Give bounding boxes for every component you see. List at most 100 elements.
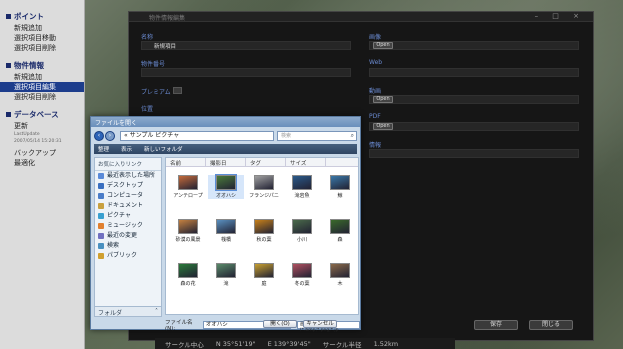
- file-item[interactable]: オオハシ: [208, 174, 244, 199]
- file-item[interactable]: 砂漠の風景: [170, 219, 206, 243]
- file-item[interactable]: 冬の葉: [284, 263, 320, 287]
- folders-toggle[interactable]: フォルダ ˄: [95, 306, 161, 317]
- name-value: 新規項目: [154, 44, 177, 50]
- file-item[interactable]: フランジパニ: [246, 175, 282, 199]
- filename-label: ファイル名(N):: [165, 320, 193, 332]
- image-open-button[interactable]: Open: [373, 42, 393, 49]
- search-input[interactable]: 検索 ⌕: [277, 130, 357, 141]
- column-date[interactable]: 撮影日: [206, 158, 246, 167]
- sidebar-item-move-point[interactable]: 選択項目移動: [0, 33, 84, 43]
- nav-item[interactable]: 最近表示した場所: [95, 171, 161, 181]
- toolbar-new-folder[interactable]: 新しいフォルダ: [144, 145, 183, 153]
- back-icon[interactable]: ‹: [94, 130, 104, 141]
- window-title: 物件情報編集: [149, 15, 186, 22]
- square-icon: [6, 14, 11, 19]
- status-circle-center: サークル中心: [165, 340, 204, 349]
- file-item[interactable]: 森: [322, 219, 358, 243]
- sidebar-section-point: ポイント 新規追加 選択項目移動 選択項目削除: [0, 10, 84, 53]
- folder-icon: [98, 183, 104, 189]
- thumbnail-image: [330, 219, 350, 234]
- web-field[interactable]: [369, 68, 579, 77]
- sidebar: ポイント 新規追加 選択項目移動 選択項目削除 物件情報 新規追加 選択項目編集…: [0, 0, 85, 349]
- sidebar-item-edit-property[interactable]: 選択項目編集: [0, 82, 84, 92]
- navigation-pane: お気に入りリンク 最近表示した場所 デスクトップ コンピュータ ドキュメント ピクチャミ…: [94, 157, 162, 317]
- file-item[interactable]: 滝岩魚: [284, 175, 320, 199]
- column-tag[interactable]: タグ: [246, 158, 286, 167]
- nav-item[interactable]: 検索: [95, 241, 161, 251]
- sidebar-item-backup[interactable]: バックアップ: [0, 148, 84, 158]
- status-lat: N 35°51'19": [215, 339, 256, 348]
- title-bar[interactable]: 物件情報編集 – □ ×: [129, 12, 593, 22]
- nav-item[interactable]: コンピュータ: [95, 191, 161, 201]
- name-field[interactable]: 新規項目: [141, 41, 351, 50]
- file-item[interactable]: 小川: [284, 219, 320, 243]
- nav-item[interactable]: ミュージック: [95, 221, 161, 231]
- toolbar-organize[interactable]: 整理: [98, 145, 109, 153]
- favorites-title: お気に入りリンク: [95, 158, 161, 171]
- number-field[interactable]: [141, 68, 351, 77]
- info-label: 情報: [369, 142, 382, 149]
- search-icon: ⌕: [350, 131, 354, 139]
- file-item[interactable]: アンテロープ: [170, 175, 206, 199]
- forward-icon[interactable]: ›: [105, 130, 115, 141]
- save-button[interactable]: 保存: [474, 320, 518, 330]
- sidebar-item-add-point[interactable]: 新規追加: [0, 23, 84, 33]
- address-input[interactable]: « サンプル ピクチャ: [120, 130, 274, 141]
- nav-item[interactable]: パブリック: [95, 251, 161, 261]
- close-button[interactable]: 閉じる: [529, 320, 573, 330]
- file-item[interactable]: 庭: [246, 263, 282, 287]
- pdf-label: PDF: [369, 113, 381, 120]
- square-icon: [6, 63, 11, 68]
- sidebar-item-optimize[interactable]: 最適化: [0, 158, 84, 168]
- address-bar: ‹ › « サンプル ピクチャ 検索 ⌕: [94, 129, 357, 142]
- thumbnail-image: [178, 175, 198, 190]
- open-button[interactable]: 開く(O): [263, 320, 297, 328]
- nav-item[interactable]: ドキュメント: [95, 201, 161, 211]
- folder-icon: [98, 223, 104, 229]
- folder-icon: [98, 243, 104, 249]
- chevron-up-icon: ˄: [155, 308, 158, 315]
- file-item[interactable]: 木: [322, 263, 358, 287]
- last-update-label: LastUpdate: [14, 132, 40, 137]
- thumbnail-image: [215, 174, 237, 191]
- sidebar-item-update[interactable]: 更新: [0, 121, 84, 131]
- dialog-title: ファイルを開く: [91, 117, 360, 127]
- toolbar-view[interactable]: 表示: [121, 145, 132, 153]
- sidebar-item-delete-property[interactable]: 選択項目削除: [0, 92, 84, 102]
- column-name[interactable]: 名前: [166, 158, 206, 167]
- last-update-timestamp: 2007/05/14 15:20:31: [14, 139, 62, 144]
- info-field[interactable]: [369, 149, 579, 158]
- column-size[interactable]: サイズ: [286, 158, 326, 167]
- pdf-open-button[interactable]: Open: [373, 123, 393, 130]
- file-item[interactable]: 森の花: [170, 263, 206, 287]
- search-placeholder: 検索: [281, 132, 292, 139]
- file-item[interactable]: 桟橋: [208, 219, 244, 243]
- thumbnail-image: [292, 219, 312, 234]
- sidebar-item-delete-point[interactable]: 選択項目削除: [0, 43, 84, 53]
- file-item[interactable]: 鯨: [322, 175, 358, 199]
- thumbnail-image: [330, 175, 350, 190]
- file-item[interactable]: 滝: [208, 263, 244, 287]
- status-radius-label: サークル半径: [322, 340, 362, 349]
- folder-icon: [98, 193, 104, 199]
- thumbnail-image: [292, 175, 312, 190]
- nav-item[interactable]: 最近の変更: [95, 231, 161, 241]
- status-bar: サークル中心 N 35°51'19" E 139°39'45" サークル半径 1…: [155, 338, 455, 349]
- thumbnail-image: [330, 263, 350, 278]
- folder-icon: [98, 203, 104, 209]
- movie-label: 動画: [369, 88, 382, 95]
- nav-item[interactable]: ピクチャ: [95, 211, 161, 221]
- web-label: Web: [369, 59, 383, 66]
- file-item[interactable]: 秋の葉: [246, 219, 282, 243]
- column-headers: 名前 撮影日 タグ サイズ: [166, 158, 358, 167]
- folder-icon: [98, 213, 104, 219]
- thumbnail-image: [254, 263, 274, 278]
- premium-checkbox[interactable]: [173, 87, 182, 94]
- thumbnail-image: [178, 219, 198, 234]
- cancel-button[interactable]: キャンセル: [303, 320, 337, 328]
- movie-open-button[interactable]: Open: [373, 96, 393, 103]
- nav-item[interactable]: デスクトップ: [95, 181, 161, 191]
- section-title: データベース: [14, 110, 59, 119]
- window-controls[interactable]: – □ ×: [535, 12, 585, 20]
- sidebar-item-add-property[interactable]: 新規追加: [0, 72, 84, 82]
